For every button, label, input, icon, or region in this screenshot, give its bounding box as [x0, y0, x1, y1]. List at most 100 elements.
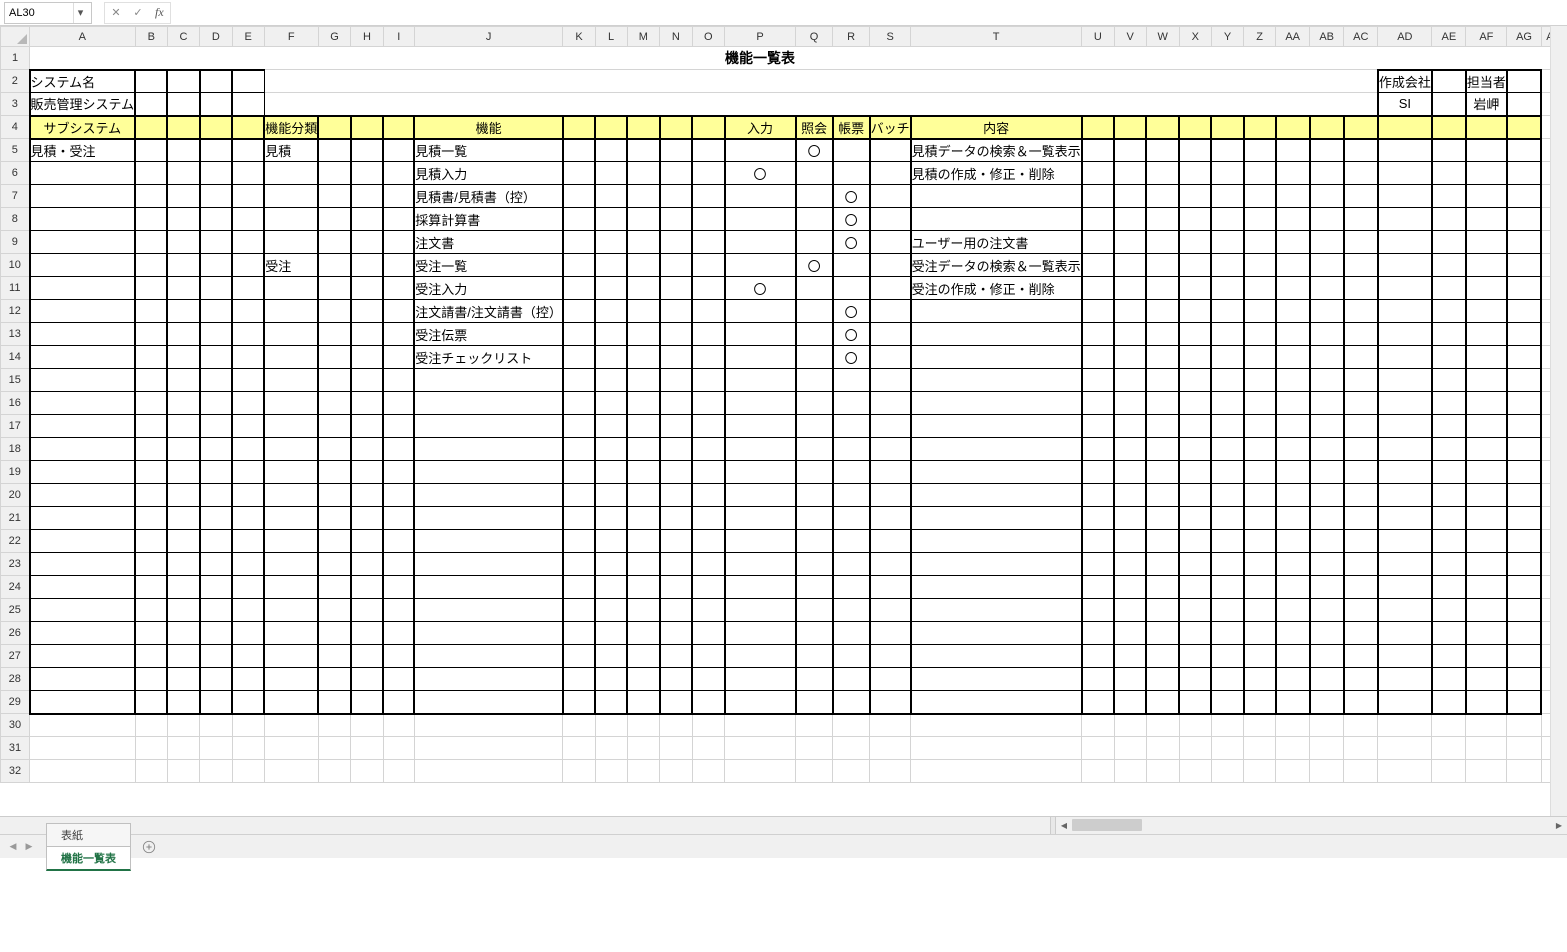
- cell[interactable]: [1466, 231, 1507, 254]
- sheet-tab[interactable]: 機能一覧表: [46, 846, 131, 871]
- cell[interactable]: [30, 714, 136, 737]
- cell[interactable]: [351, 116, 383, 139]
- cell[interactable]: [30, 599, 136, 622]
- cell[interactable]: [232, 760, 264, 783]
- cell[interactable]: [1244, 70, 1276, 93]
- cell[interactable]: 見積入力: [414, 162, 563, 185]
- cell[interactable]: [30, 254, 136, 277]
- cell[interactable]: [1507, 70, 1541, 93]
- cell[interactable]: [1344, 622, 1378, 645]
- cell[interactable]: [1310, 714, 1344, 737]
- cell[interactable]: [232, 737, 264, 760]
- cell[interactable]: [796, 507, 833, 530]
- cell[interactable]: [318, 277, 351, 300]
- column-header[interactable]: E: [232, 27, 264, 47]
- cell[interactable]: [318, 208, 351, 231]
- cell[interactable]: [232, 714, 264, 737]
- cell[interactable]: [563, 507, 595, 530]
- cell[interactable]: [414, 438, 563, 461]
- cell[interactable]: [911, 461, 1082, 484]
- cell[interactable]: [264, 185, 318, 208]
- cell[interactable]: [627, 714, 660, 737]
- cell[interactable]: [1276, 668, 1310, 691]
- cell[interactable]: [232, 93, 264, 116]
- cell[interactable]: [692, 162, 725, 185]
- cell[interactable]: [1179, 484, 1211, 507]
- cell[interactable]: [1378, 622, 1432, 645]
- cell[interactable]: [264, 300, 318, 323]
- cell[interactable]: [135, 438, 167, 461]
- cell[interactable]: [692, 438, 725, 461]
- cell[interactable]: [135, 208, 167, 231]
- cell[interactable]: [1082, 300, 1114, 323]
- column-header[interactable]: L: [595, 27, 627, 47]
- cell[interactable]: [796, 691, 833, 714]
- cell[interactable]: [1310, 507, 1344, 530]
- cell[interactable]: [1466, 760, 1507, 783]
- cell[interactable]: [692, 47, 725, 70]
- cell[interactable]: [911, 599, 1082, 622]
- cell[interactable]: [1276, 645, 1310, 668]
- cell[interactable]: [135, 346, 167, 369]
- row-header[interactable]: 31: [1, 737, 30, 760]
- cell[interactable]: [200, 346, 232, 369]
- cell[interactable]: [1179, 645, 1211, 668]
- cell[interactable]: [200, 622, 232, 645]
- cell[interactable]: [318, 231, 351, 254]
- cell[interactable]: [264, 530, 318, 553]
- cell[interactable]: [870, 737, 911, 760]
- cell[interactable]: [1146, 116, 1179, 139]
- cell[interactable]: [1310, 70, 1344, 93]
- cell[interactable]: [870, 139, 911, 162]
- cell[interactable]: [796, 93, 833, 116]
- cell[interactable]: [200, 576, 232, 599]
- cell[interactable]: [1344, 277, 1378, 300]
- cell[interactable]: [1310, 438, 1344, 461]
- cell[interactable]: [264, 484, 318, 507]
- cell[interactable]: [796, 346, 833, 369]
- cell[interactable]: 〇: [833, 346, 870, 369]
- cell[interactable]: [1466, 254, 1507, 277]
- cell[interactable]: [318, 415, 351, 438]
- cell[interactable]: [563, 599, 595, 622]
- cell[interactable]: [1114, 231, 1146, 254]
- cell[interactable]: [796, 576, 833, 599]
- cell[interactable]: [1082, 116, 1114, 139]
- cell[interactable]: [1082, 645, 1114, 668]
- cell[interactable]: [135, 760, 167, 783]
- column-header[interactable]: V: [1114, 27, 1146, 47]
- cell[interactable]: [1146, 461, 1179, 484]
- cell[interactable]: [1432, 369, 1466, 392]
- cell[interactable]: 受注一覧: [414, 254, 563, 277]
- cell[interactable]: [1344, 116, 1378, 139]
- cell[interactable]: [692, 93, 725, 116]
- cell[interactable]: [1378, 599, 1432, 622]
- cell[interactable]: [232, 116, 264, 139]
- cell[interactable]: [264, 323, 318, 346]
- cell[interactable]: [627, 323, 660, 346]
- cell[interactable]: [1466, 553, 1507, 576]
- cell[interactable]: [1310, 737, 1344, 760]
- cell[interactable]: [1146, 691, 1179, 714]
- cell[interactable]: [383, 507, 414, 530]
- cell[interactable]: [200, 185, 232, 208]
- cell[interactable]: 販売管理システム: [30, 93, 136, 116]
- scroll-left-icon[interactable]: ◀: [1056, 818, 1072, 834]
- cell[interactable]: [167, 760, 199, 783]
- cell[interactable]: [911, 415, 1082, 438]
- cell[interactable]: [1179, 116, 1211, 139]
- cell[interactable]: [135, 645, 167, 668]
- cell[interactable]: [563, 300, 595, 323]
- cell[interactable]: [1244, 93, 1276, 116]
- cell[interactable]: [627, 461, 660, 484]
- cell[interactable]: [692, 461, 725, 484]
- cell[interactable]: [1114, 392, 1146, 415]
- cell[interactable]: [627, 576, 660, 599]
- cell[interactable]: [1310, 760, 1344, 783]
- cell[interactable]: [796, 162, 833, 185]
- cell[interactable]: [383, 737, 414, 760]
- cell[interactable]: [1432, 415, 1466, 438]
- cell[interactable]: [1211, 323, 1243, 346]
- cell[interactable]: [870, 599, 911, 622]
- cell[interactable]: [200, 139, 232, 162]
